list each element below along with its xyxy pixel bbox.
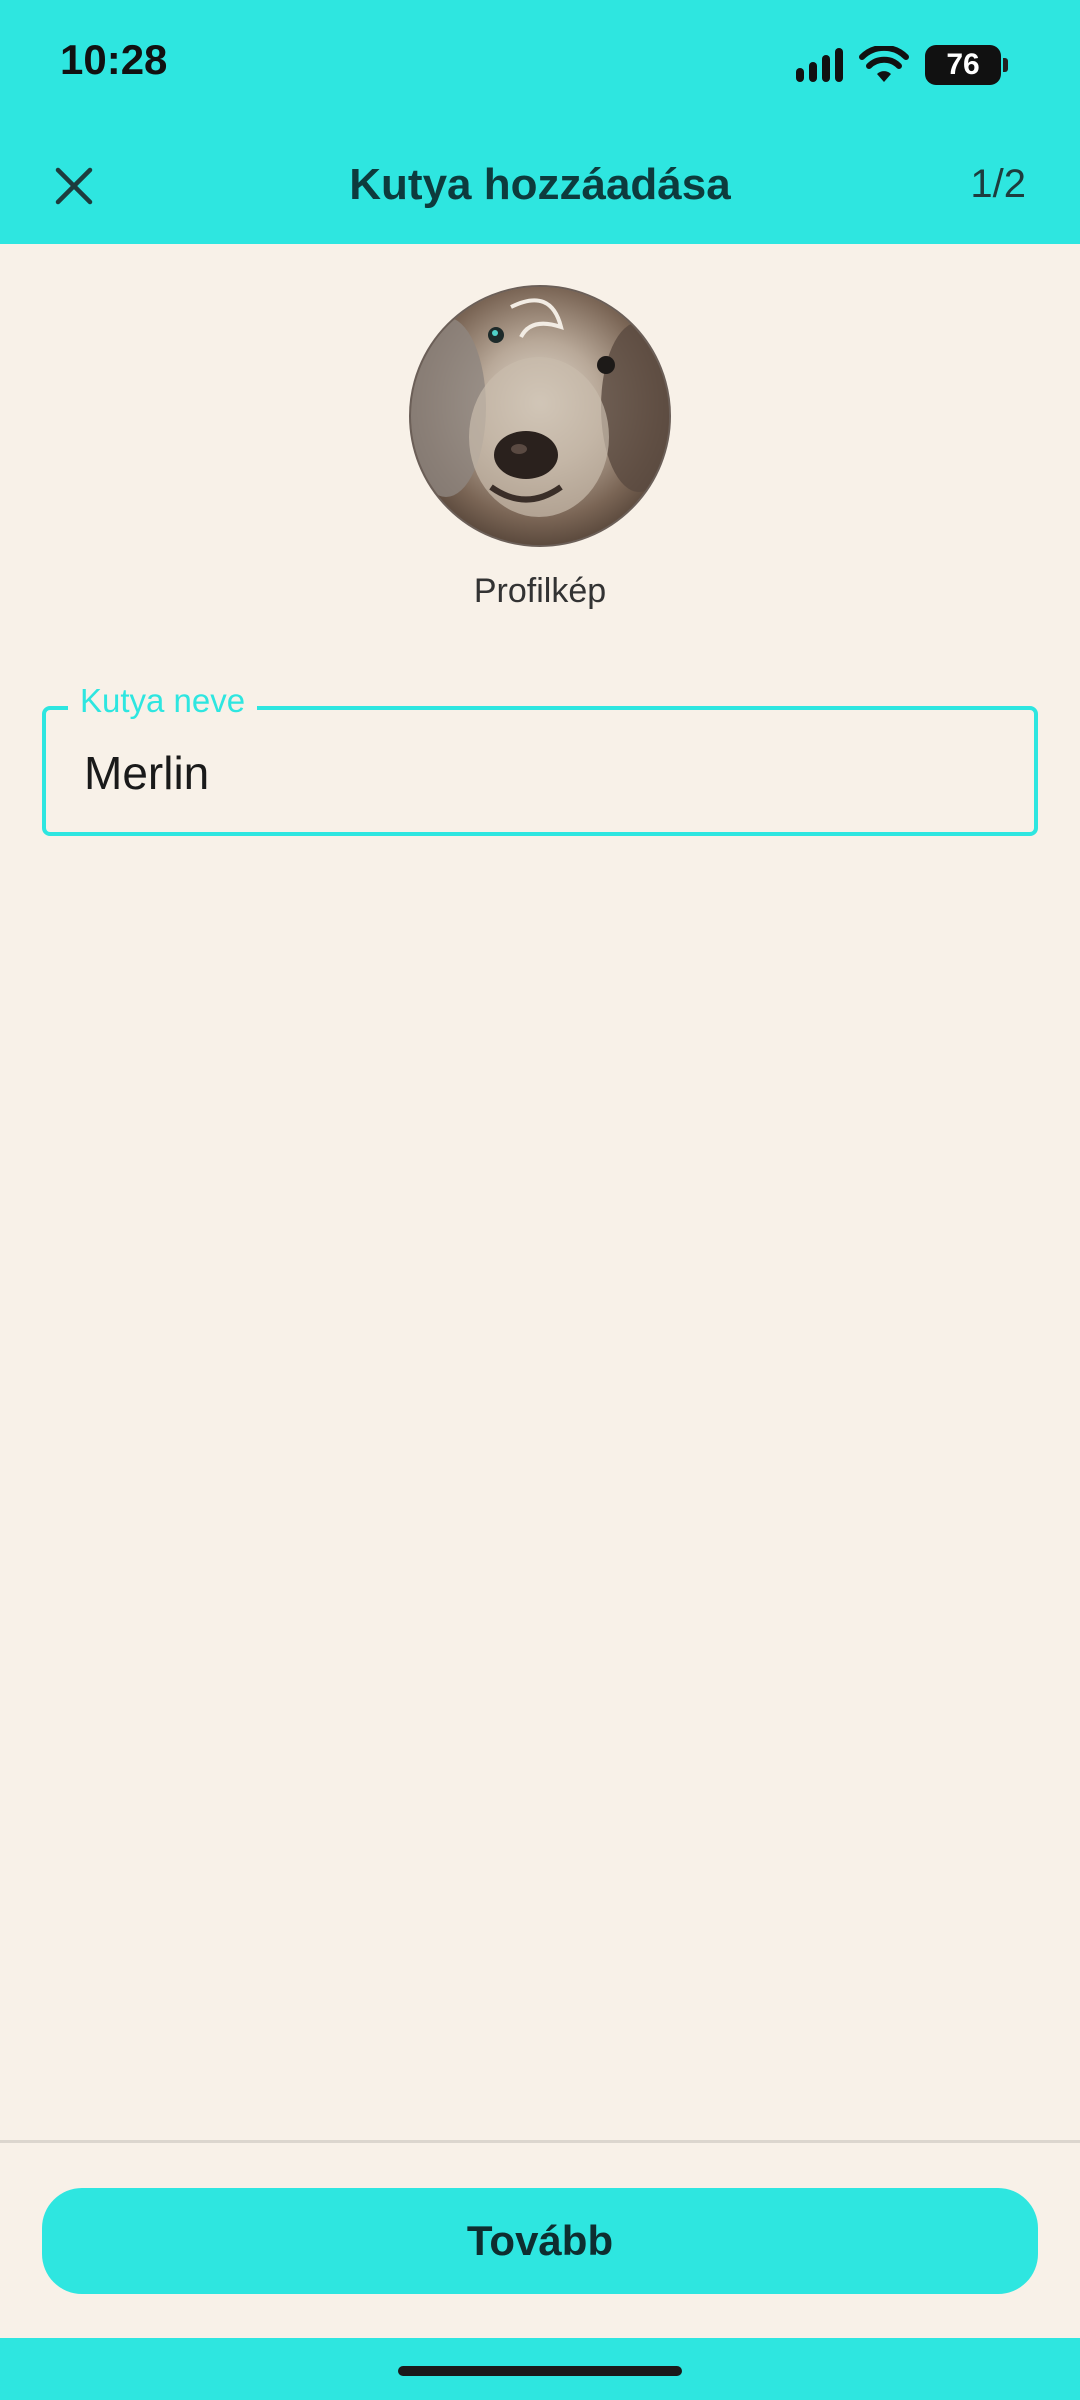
signal-icon	[796, 48, 843, 82]
wifi-icon	[859, 46, 909, 82]
dog-name-input[interactable]: Merlin	[84, 746, 209, 800]
next-button[interactable]: Tovább	[42, 2188, 1038, 2294]
page-title: Kutya hozzáadása	[349, 160, 731, 209]
battery-level: 76	[946, 48, 980, 81]
status-bar: 10:28 76	[0, 0, 1080, 130]
home-indicator[interactable]	[398, 2366, 682, 2376]
battery-icon: 76	[925, 45, 1001, 85]
step-indicator: 1/2	[970, 162, 1026, 206]
navigation-bar	[0, 2338, 1080, 2400]
dog-name-field[interactable]: Kutya neve Merlin	[42, 682, 1038, 836]
profile-photo[interactable]	[409, 285, 671, 547]
app-bar: Kutya hozzáadása 1/2	[0, 130, 1080, 244]
bottom-divider	[0, 2140, 1080, 2143]
status-icons: 76	[796, 40, 1008, 90]
dog-photo	[411, 287, 669, 545]
dog-name-label: Kutya neve	[68, 682, 258, 720]
status-time: 10:28	[60, 36, 168, 83]
profile-photo-label: Profilkép	[473, 572, 607, 610]
